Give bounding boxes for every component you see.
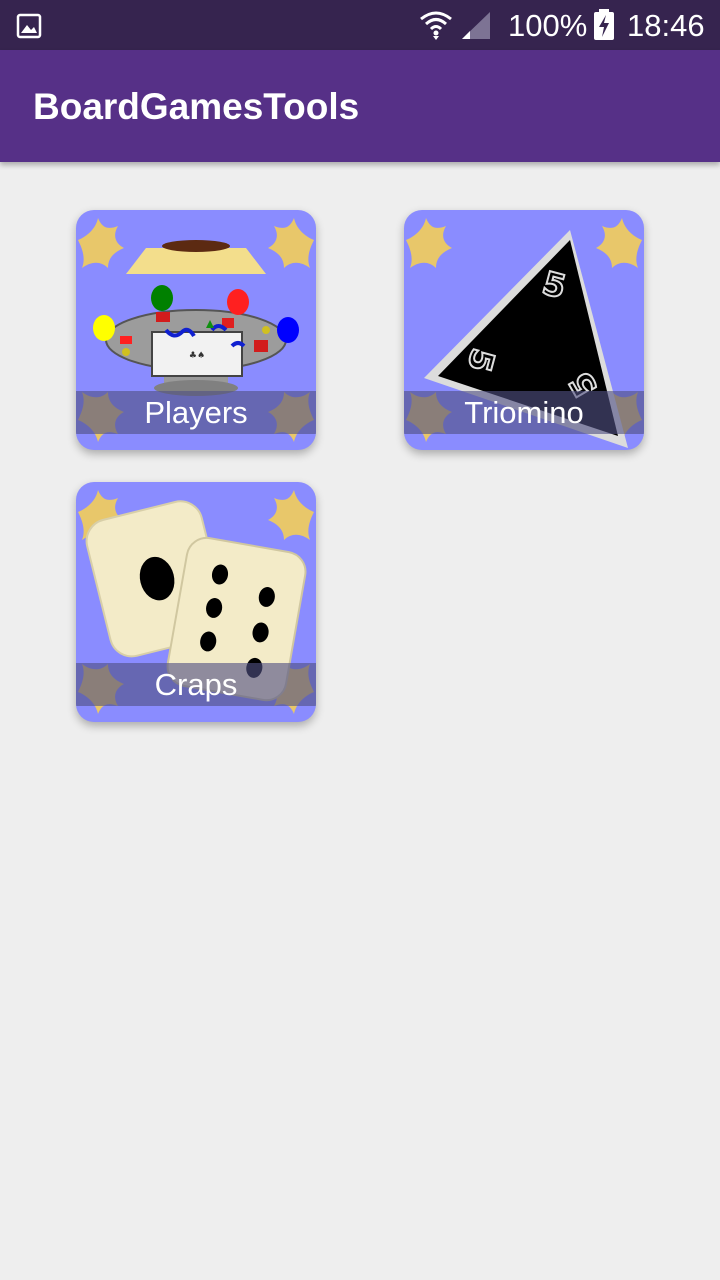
app-bar: BoardGamesTools bbox=[0, 50, 720, 162]
tile-label: Craps bbox=[154, 667, 238, 702]
tile-label: Triomino bbox=[464, 395, 584, 430]
clock: 18:46 bbox=[627, 8, 705, 43]
tile-players[interactable]: ♣♠ Players bbox=[76, 210, 316, 450]
cellular-signal-icon bbox=[462, 12, 490, 39]
battery-percent: 100% bbox=[508, 8, 588, 43]
tile-triomino[interactable]: 5 5 5 Triomino bbox=[404, 210, 644, 450]
wifi-icon bbox=[420, 11, 452, 40]
status-bar: 100% 18:46 bbox=[0, 0, 720, 50]
svg-text:♣♠: ♣♠ bbox=[189, 351, 205, 361]
gallery-icon bbox=[16, 13, 42, 39]
battery-charging-icon bbox=[594, 9, 614, 40]
app-title: BoardGamesTools bbox=[33, 86, 360, 127]
tile-label: Players bbox=[144, 395, 248, 430]
tile-craps[interactable]: Craps bbox=[76, 482, 316, 722]
